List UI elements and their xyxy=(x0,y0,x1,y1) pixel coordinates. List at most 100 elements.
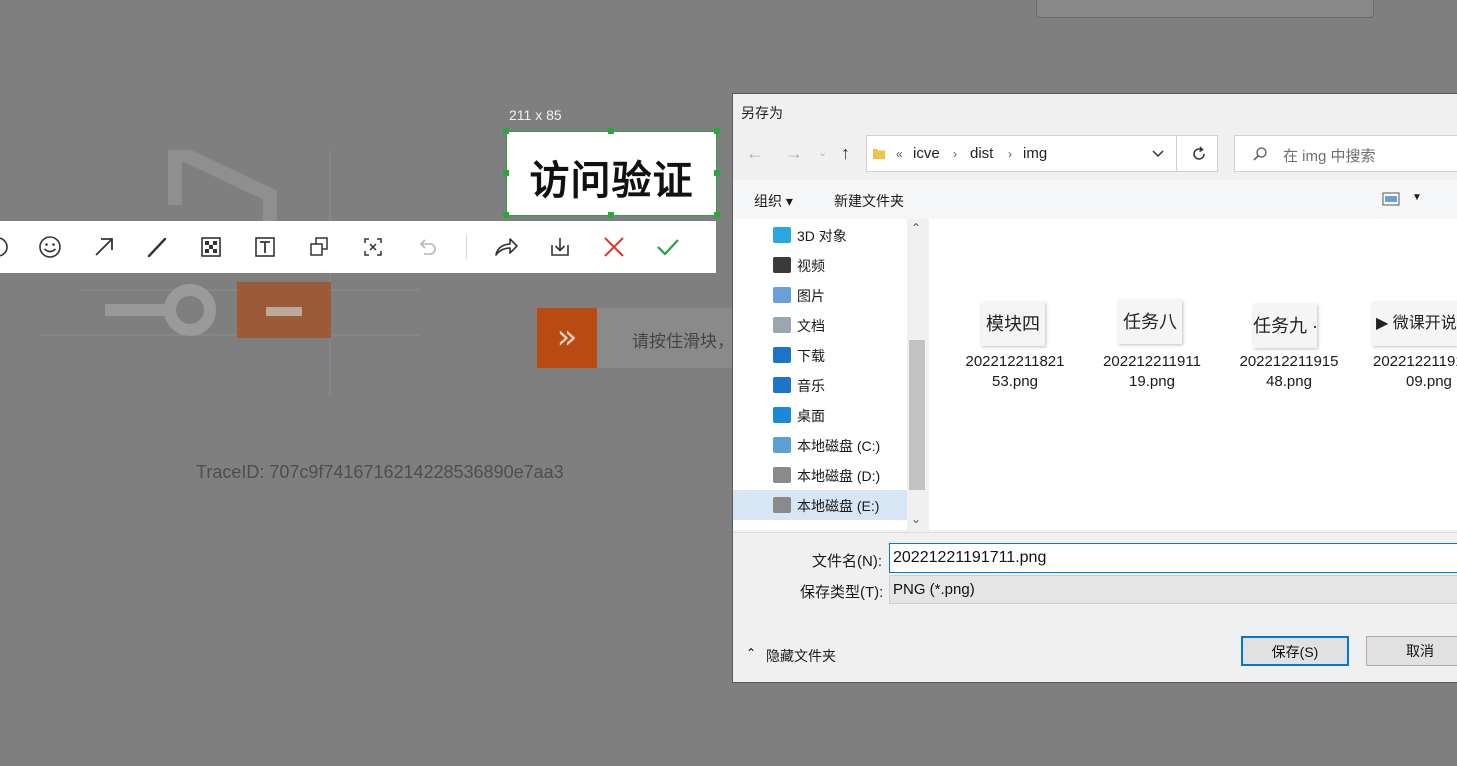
trace-id: TraceID: 707c9f7416716214228536890e7aa3 xyxy=(196,462,564,482)
3d-objects-icon xyxy=(773,227,791,243)
nav-item[interactable]: 3D 对象 xyxy=(773,220,907,250)
downloads-icon xyxy=(773,347,791,363)
folder-icon xyxy=(873,149,885,159)
confirm-icon[interactable] xyxy=(652,231,684,263)
search-icon xyxy=(1253,147,1267,161)
search-placeholder: 在 img 中搜索 xyxy=(1283,148,1376,165)
nav-item-label: 3D 对象 xyxy=(797,228,847,244)
resize-handle-tl[interactable] xyxy=(503,128,509,134)
nav-item[interactable]: 本地磁盘 (E:) xyxy=(773,490,907,520)
resize-handle-tr[interactable] xyxy=(714,128,720,134)
forward-arrow-icon[interactable]: → xyxy=(785,143,803,164)
file-name[interactable]: 202212211911 19.png xyxy=(1092,352,1212,392)
circle-tool-icon[interactable] xyxy=(0,231,14,263)
nav-item-label: 音乐 xyxy=(797,378,825,394)
file-name[interactable]: 202212211821 53.png xyxy=(955,352,1075,392)
resize-handle-t[interactable] xyxy=(608,128,614,134)
mosaic-icon[interactable] xyxy=(195,231,227,263)
nav-item-label: 文档 xyxy=(797,318,825,334)
nav-item-label: 下载 xyxy=(797,348,825,364)
nav-scrollbar-thumb[interactable] xyxy=(909,340,925,490)
video-icon xyxy=(773,257,791,273)
nav-item[interactable]: 视频 xyxy=(773,250,907,280)
file-thumbnail[interactable]: 任务九 · xyxy=(1253,304,1317,348)
background-panel xyxy=(1036,0,1374,18)
drive-e-icon xyxy=(773,497,791,513)
nav-item[interactable]: 桌面 xyxy=(773,400,907,430)
back-arrow-icon[interactable]: ← xyxy=(746,143,764,164)
nav-item[interactable]: 下载 xyxy=(773,340,907,370)
breadcrumb-chevron-icon: › xyxy=(953,147,957,161)
breadcrumb-img[interactable]: img xyxy=(1023,145,1047,162)
music-icon xyxy=(773,377,791,393)
file-thumbnail[interactable]: ▶ 微课开说 xyxy=(1372,302,1457,346)
breadcrumb-dist[interactable]: dist xyxy=(970,145,993,162)
nav-item-label: 图片 xyxy=(797,288,825,304)
organize-menu[interactable]: 组织 ▾ xyxy=(754,191,793,211)
nav-item-label: 视频 xyxy=(797,258,825,274)
nav-item[interactable]: 文档 xyxy=(773,310,907,340)
filetype-label: 保存类型(T): xyxy=(800,584,884,601)
file-name[interactable]: 202212211915 48.png xyxy=(1229,352,1349,392)
nav-item[interactable]: 音乐 xyxy=(773,370,907,400)
pen-icon[interactable] xyxy=(141,231,173,263)
emoji-icon[interactable] xyxy=(34,231,66,263)
desktop-icon xyxy=(773,407,791,423)
selection-size-label: 211 x 85 xyxy=(509,107,562,123)
nav-item-label: 本地磁盘 (C:) xyxy=(797,438,881,454)
file-thumbnail[interactable]: 模块四 xyxy=(981,302,1045,346)
pane-divider xyxy=(733,532,1457,533)
save-button[interactable]: 保存(S) xyxy=(1241,636,1349,666)
view-dropdown-icon[interactable]: ▼ xyxy=(1412,192,1422,203)
chevron-up-icon[interactable]: ⌃ xyxy=(746,646,756,660)
nav-item[interactable]: 本地磁盘 (D:) xyxy=(773,460,907,490)
captcha-slider-handle[interactable]: » xyxy=(537,308,597,368)
undo-icon[interactable] xyxy=(411,231,443,263)
cancel-icon[interactable] xyxy=(598,231,630,263)
nav-item-label: 桌面 xyxy=(797,408,825,424)
hide-folders-toggle[interactable]: 隐藏文件夹 xyxy=(766,646,836,666)
share-icon[interactable] xyxy=(490,231,522,263)
nav-item-label: 本地磁盘 (E:) xyxy=(797,498,880,514)
address-separator xyxy=(1176,135,1177,172)
file-name[interactable]: 20221221191 09.png xyxy=(1366,352,1457,392)
ocr-icon[interactable] xyxy=(357,231,389,263)
filename-input[interactable]: 20221221191711.png xyxy=(889,543,1457,573)
arrow-icon[interactable] xyxy=(88,231,120,263)
view-options-icon[interactable] xyxy=(1382,192,1400,206)
recent-chevron-icon[interactable]: ⌄ xyxy=(818,146,827,159)
text-icon[interactable] xyxy=(249,231,281,263)
slider-hint-text: 请按住滑块， xyxy=(632,332,734,351)
nav-item-label: 本地磁盘 (D:) xyxy=(797,468,881,484)
file-thumbnail[interactable]: 任务八 xyxy=(1118,300,1182,344)
toolbar-separator xyxy=(466,235,467,259)
drive-d-icon xyxy=(773,467,791,483)
pictures-icon xyxy=(773,287,791,303)
refresh-icon[interactable] xyxy=(1190,145,1208,163)
drive-c-icon xyxy=(773,437,791,453)
breadcrumb-icve[interactable]: icve xyxy=(913,145,940,162)
up-arrow-icon[interactable]: ↑ xyxy=(841,143,850,164)
nav-item[interactable]: 图片 xyxy=(773,280,907,310)
nav-item[interactable]: 本地磁盘 (C:) xyxy=(773,430,907,460)
new-folder-button[interactable]: 新建文件夹 xyxy=(834,191,904,211)
filetype-select[interactable]: PNG (*.png) xyxy=(889,575,1457,604)
shield-lock-illustration xyxy=(40,150,420,395)
pin-icon[interactable] xyxy=(303,231,335,263)
resize-handle-r[interactable] xyxy=(714,170,720,176)
captured-heading: 访问验证 xyxy=(529,158,694,204)
scroll-down-icon[interactable]: ⌄ xyxy=(911,512,921,526)
chevron-down-icon[interactable] xyxy=(1151,149,1165,159)
download-icon[interactable] xyxy=(544,231,576,263)
resize-handle-bl[interactable] xyxy=(503,212,509,218)
breadcrumb-overflow[interactable]: « xyxy=(896,147,903,161)
cancel-button[interactable]: 取消 xyxy=(1366,636,1457,666)
resize-handle-br[interactable] xyxy=(714,212,720,218)
filename-label: 文件名(N): xyxy=(812,553,882,570)
resize-handle-l[interactable] xyxy=(503,170,509,176)
documents-icon xyxy=(773,317,791,333)
dialog-title: 另存为 xyxy=(741,105,783,121)
scroll-up-icon[interactable]: ⌃ xyxy=(911,221,921,235)
resize-handle-b[interactable] xyxy=(608,212,614,218)
breadcrumb-chevron-icon: › xyxy=(1008,147,1012,161)
